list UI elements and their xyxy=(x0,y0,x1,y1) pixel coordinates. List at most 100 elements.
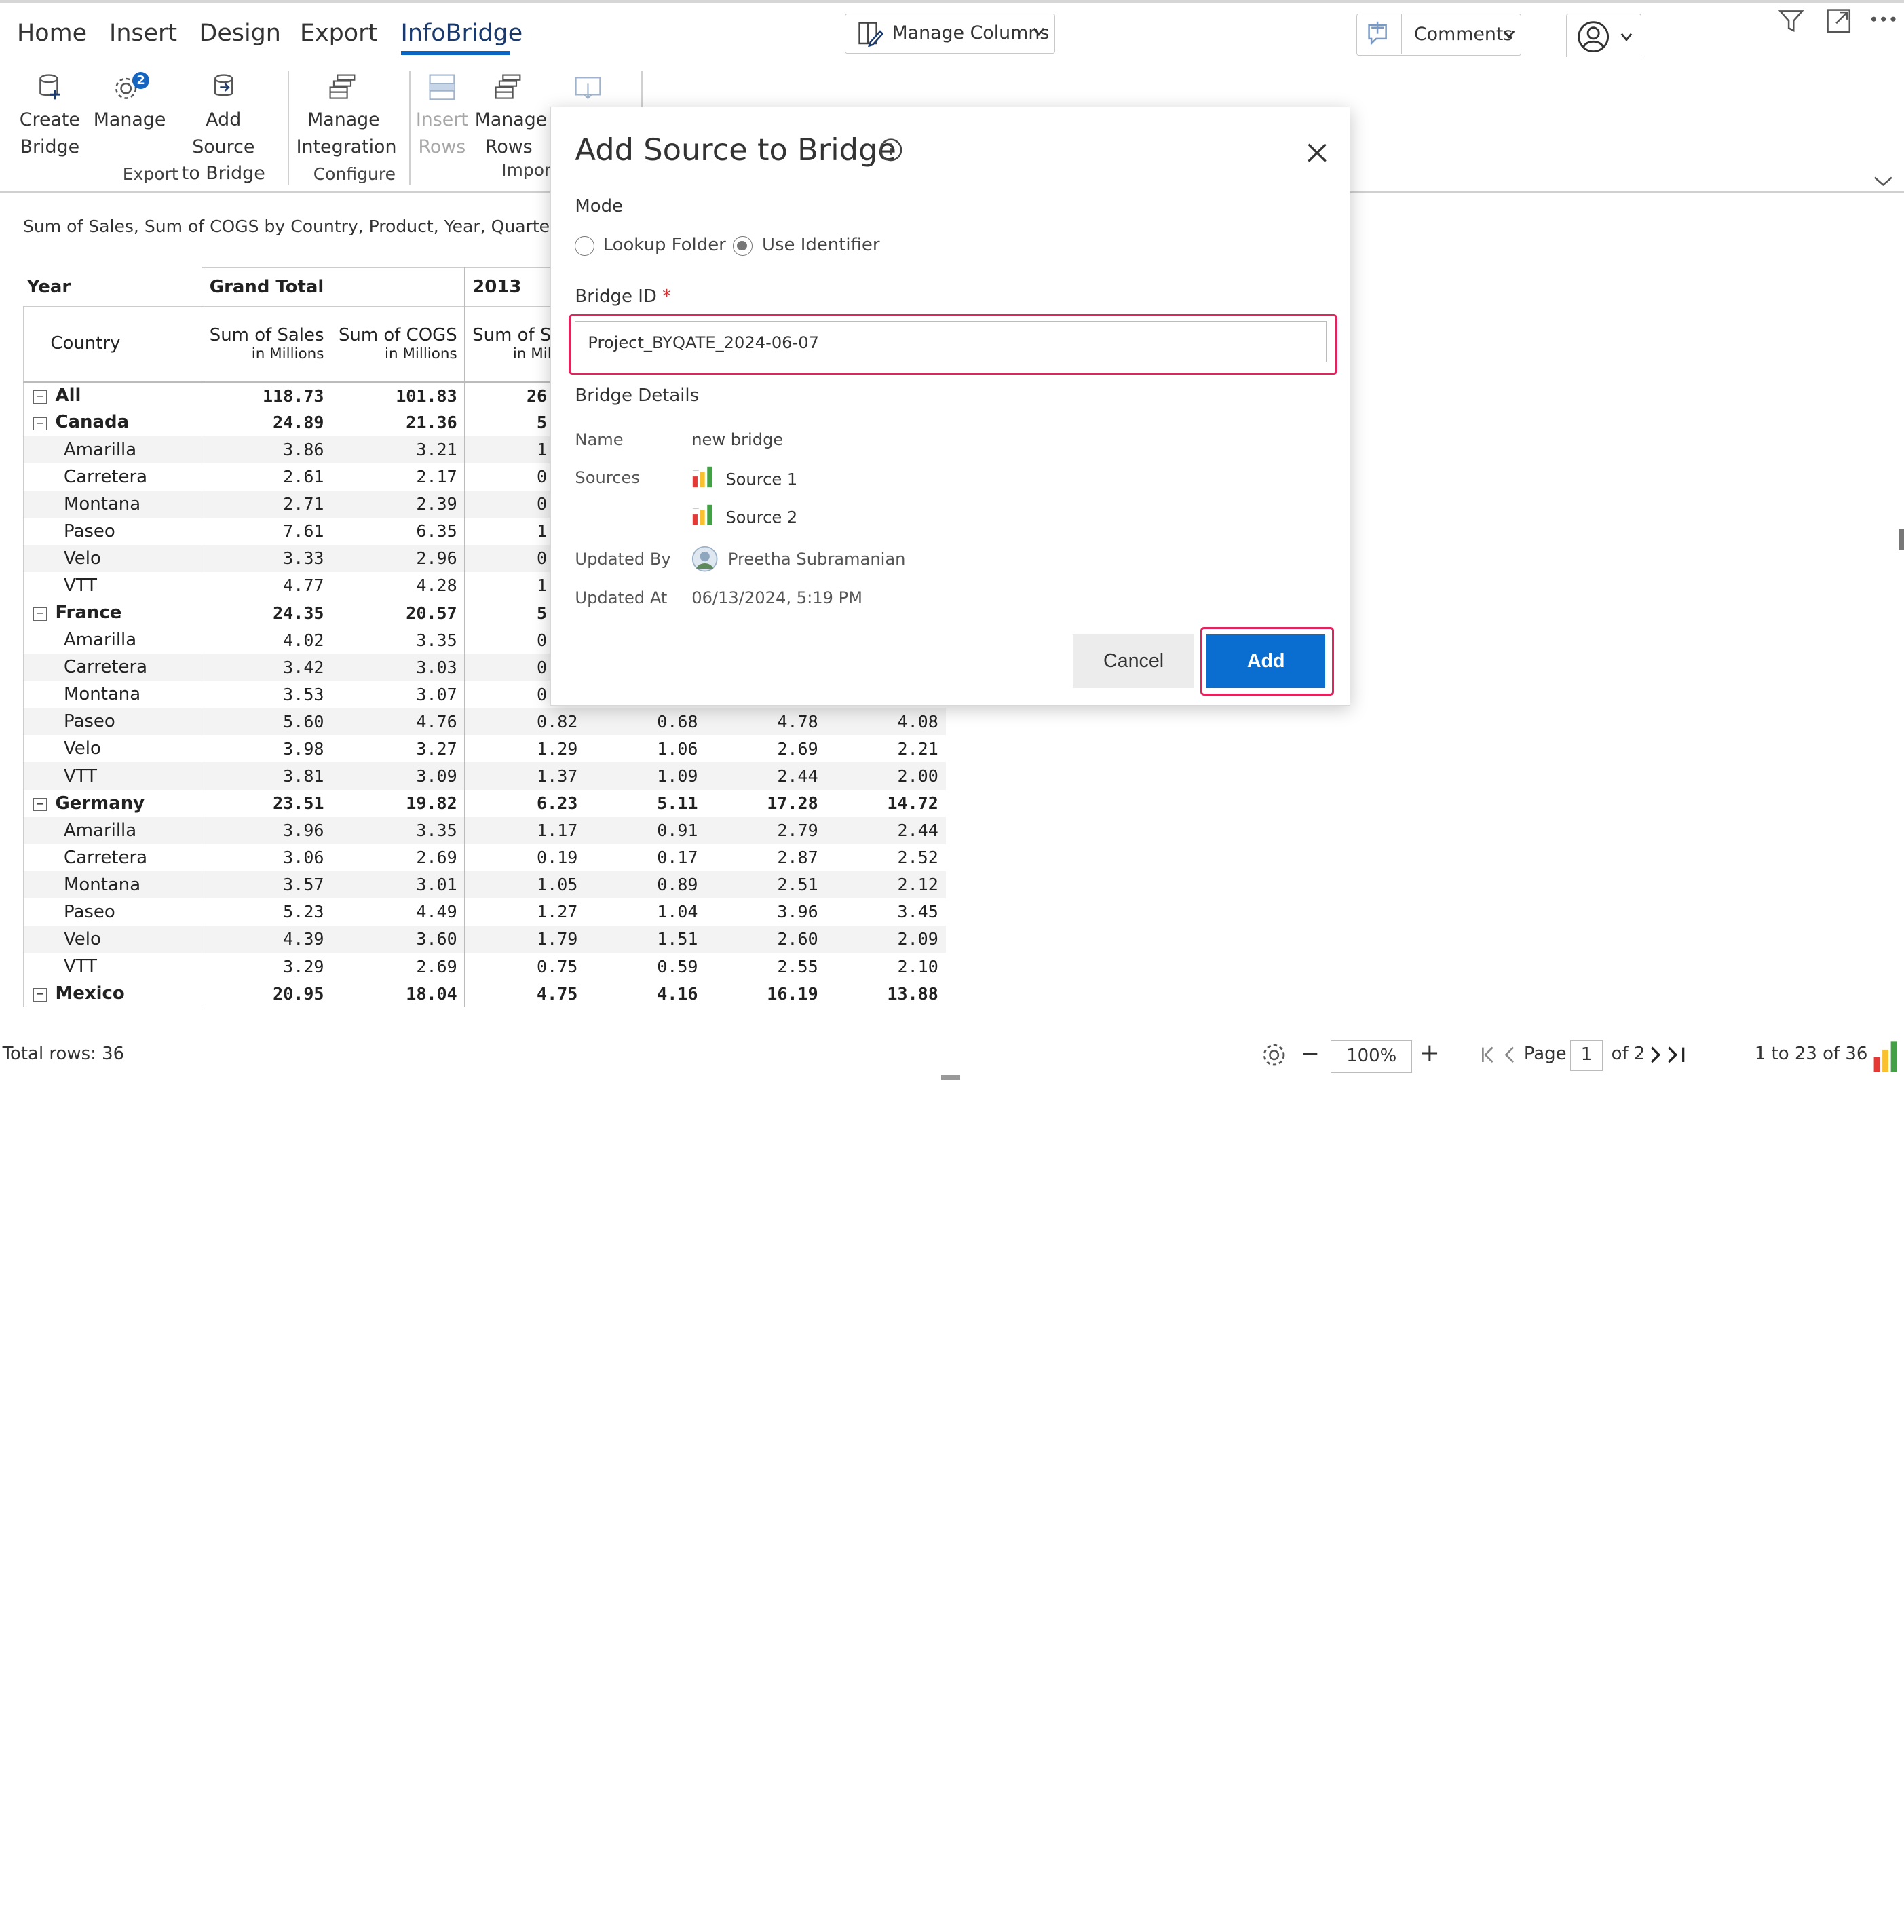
zoom-level-field[interactable]: 100% xyxy=(1331,1040,1413,1074)
radio-use-identifier[interactable] xyxy=(733,236,753,256)
add-source-to-bridge-button[interactable]: Add Source to Bridge xyxy=(175,73,272,187)
value-cell: 1.09 xyxy=(657,766,698,786)
manage-columns-button[interactable]: Manage Columns xyxy=(845,13,1056,54)
row-label-text: VTT xyxy=(64,956,98,977)
ribbon-separator xyxy=(641,70,643,107)
filter-icon[interactable] xyxy=(1778,7,1804,34)
value-cell: 4.02 xyxy=(283,630,324,650)
collapse-toggle-icon[interactable]: − xyxy=(33,417,47,431)
bridge-id-label: Bridge ID * xyxy=(575,286,671,307)
country-header: Country xyxy=(23,306,203,382)
user-menu-button[interactable] xyxy=(1566,13,1642,60)
manage-rows-button[interactable]: Manage Rows xyxy=(475,73,547,160)
cancel-button[interactable]: Cancel xyxy=(1073,634,1195,688)
row-label-text: Amarilla xyxy=(64,630,137,651)
col-header-cogs-label: Sum of COGS xyxy=(338,324,457,345)
manage-rows-icon xyxy=(495,74,520,100)
previous-page-icon[interactable] xyxy=(1504,1046,1514,1063)
source-item: Source 2 xyxy=(691,504,797,527)
value-cell: 24.89 xyxy=(273,412,324,432)
manage-integration-button[interactable]: Manage Integration xyxy=(297,73,396,160)
value-cell: 2.12 xyxy=(897,875,938,895)
value-cell: 2.60 xyxy=(777,929,818,949)
app-logo-icon xyxy=(1873,1041,1897,1072)
manage-label: Manage xyxy=(93,109,166,131)
import-icon[interactable] xyxy=(573,74,603,103)
row-label[interactable]: − Canada xyxy=(23,409,203,436)
first-page-icon[interactable] xyxy=(1481,1046,1493,1063)
expand-icon[interactable] xyxy=(1825,7,1852,34)
add-button[interactable]: Add xyxy=(1206,634,1326,688)
value-cell: 5.11 xyxy=(657,793,698,814)
row-label-text: Carretera xyxy=(64,657,147,678)
zoom-in-icon[interactable]: + xyxy=(1420,1039,1440,1067)
close-icon[interactable] xyxy=(1306,142,1328,164)
bridge-id-input[interactable]: Project_BYQATE_2024-06-07 xyxy=(575,321,1327,363)
settings-gear-icon[interactable] xyxy=(1261,1042,1287,1068)
group-configure-label: Configure xyxy=(313,164,396,184)
row-label-text: Amarilla xyxy=(64,439,137,460)
source-1-label: Source 1 xyxy=(725,470,798,489)
bridge-id-label-text: Bridge ID xyxy=(575,286,657,307)
collapse-toggle-icon[interactable]: − xyxy=(33,390,47,404)
row-label[interactable]: − Mexico xyxy=(23,980,203,1008)
create-bridge-button[interactable]: Create Bridge xyxy=(14,73,85,160)
value-cell: 18.04 xyxy=(331,980,465,1008)
value-cell: 3.07 xyxy=(331,681,465,708)
add-source-dialog: Add Source to Bridge Mode Lookup Folder … xyxy=(550,107,1350,706)
collapse-toggle-icon[interactable]: − xyxy=(33,797,47,812)
collapse-ribbon-icon[interactable] xyxy=(1873,175,1893,187)
footer-bar: Total rows: 36 − 100% + Page 1 of 2 1 to… xyxy=(0,1033,1904,1080)
name-label: Name xyxy=(575,430,624,450)
value-cell: 2.87 xyxy=(777,848,818,868)
value-cell: 2.21 xyxy=(897,738,938,759)
row-label-text: Amarilla xyxy=(64,820,137,841)
source-chart-icon xyxy=(693,467,712,488)
more-options-icon[interactable] xyxy=(1870,14,1897,24)
tab-insert[interactable]: Insert xyxy=(109,20,177,47)
collapse-toggle-icon[interactable]: − xyxy=(33,988,47,1002)
comments-button[interactable]: Comments xyxy=(1356,13,1522,56)
tab-infobridge[interactable]: InfoBridge xyxy=(401,20,523,47)
radio-lookup-folder[interactable] xyxy=(575,236,595,256)
value-cell: 3.42 xyxy=(283,657,324,677)
next-page-icon[interactable] xyxy=(1650,1046,1660,1063)
manage-button[interactable]: Manage xyxy=(93,73,166,133)
table-row: Velo 3.98 3.27 1.29 1.06 2.69 2.21 xyxy=(23,735,946,763)
vertical-scrollbar-handle[interactable] xyxy=(1899,529,1904,550)
row-label[interactable]: − All xyxy=(23,381,203,409)
row-label-text: All xyxy=(55,385,81,406)
collapse-toggle-icon[interactable]: − xyxy=(33,607,47,621)
active-tab-indicator xyxy=(400,51,510,55)
value-cell: 1.27 xyxy=(537,902,578,922)
row-label-text: Paseo xyxy=(64,711,115,732)
value-cell: 14.72 xyxy=(887,793,938,814)
last-page-icon[interactable] xyxy=(1667,1046,1684,1063)
zoom-out-icon[interactable]: − xyxy=(1301,1040,1320,1067)
value-cell: 4.16 xyxy=(657,983,698,1004)
page-number-input[interactable]: 1 xyxy=(1569,1040,1603,1071)
insert-rows-button[interactable]: Insert Rows xyxy=(415,73,469,160)
row-label[interactable]: − France xyxy=(23,599,203,627)
tab-export[interactable]: Export xyxy=(300,20,377,47)
edit-columns-icon xyxy=(858,21,883,47)
value-cell: 3.57 xyxy=(283,875,324,895)
add-comment-button[interactable] xyxy=(1357,14,1403,54)
row-label-text: Carretera xyxy=(64,847,147,868)
info-icon[interactable] xyxy=(879,138,903,162)
value-cell: 2.00 xyxy=(897,766,938,786)
row-label[interactable]: − Germany xyxy=(23,789,203,817)
value-cell: 0.19 xyxy=(537,848,578,868)
value-cell: 3.35 xyxy=(331,816,465,844)
value-cell: 2.61 xyxy=(283,467,324,487)
radio-use-identifier-label[interactable]: Use Identifier xyxy=(762,235,880,255)
resize-handle[interactable] xyxy=(940,1074,961,1080)
next-last-page-icons xyxy=(1650,1046,1684,1063)
manage-rows-label-2: Rows xyxy=(484,136,533,157)
radio-lookup-folder-label[interactable]: Lookup Folder xyxy=(603,235,726,255)
tab-design[interactable]: Design xyxy=(199,20,280,47)
tab-home[interactable]: Home xyxy=(17,20,87,47)
value-cell: 4.75 xyxy=(537,983,578,1004)
value-cell: 3.98 xyxy=(283,738,324,759)
source-item: Source 1 xyxy=(691,466,797,489)
